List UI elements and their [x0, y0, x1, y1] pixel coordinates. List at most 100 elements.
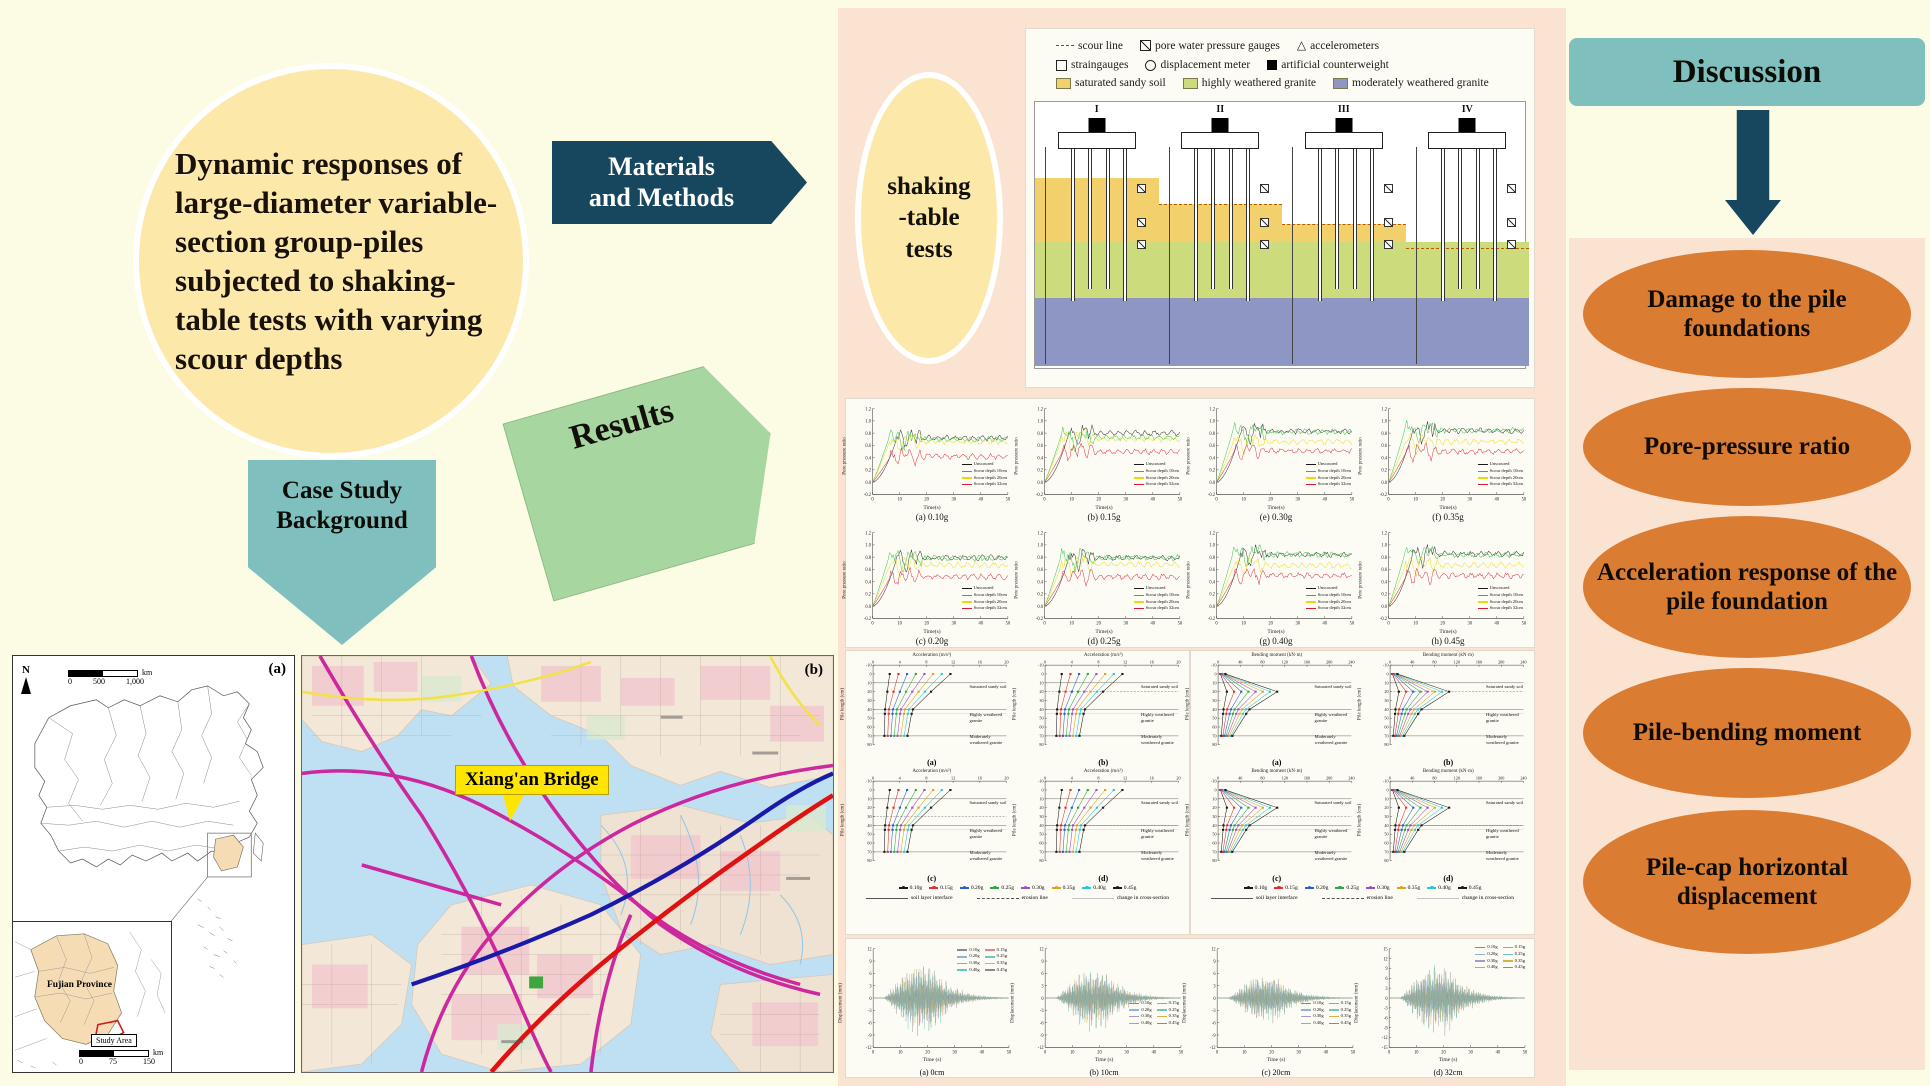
x-axis-label: Time(s): [1095, 505, 1113, 511]
pore-pressure-panel: 0 10 20 30 40 50 -0.2 0.0 0.2 0.4 0.6 0.8 1.0 1.2 Pore…: [1014, 399, 1190, 523]
svg-text:0: 0: [1389, 660, 1391, 665]
discussion-item-4[interactable]: Pile-bending moment: [1583, 668, 1911, 798]
svg-text:80: 80: [867, 858, 871, 863]
acceleration-panel: 0 4 8 12 16 20 -10 0 10 20 30 40 50 60 70 80 Acceleratio…: [1012, 651, 1190, 767]
svg-text:0.4: 0.4: [1209, 580, 1215, 585]
results-arrow: Results: [502, 353, 798, 601]
svg-text:160: 160: [1304, 776, 1310, 781]
pile: [1476, 149, 1481, 289]
chart-legend: Unscoured Scour depth 10cm Scour depth 20c…: [1477, 461, 1523, 488]
svg-text:0: 0: [1387, 621, 1390, 626]
svg-text:40: 40: [1238, 776, 1242, 781]
x-axis-label: Bending moment (kN·m): [1422, 769, 1474, 774]
highly-weathered-layer: [1158, 242, 1282, 298]
chart-legend: Unscoured Scour depth 10cm Scour depth 20c…: [1305, 461, 1351, 488]
svg-text:-0.2: -0.2: [1380, 617, 1388, 622]
svg-text:50: 50: [1212, 832, 1216, 837]
svg-text:40: 40: [1212, 707, 1216, 712]
svg-text:3: 3: [1213, 984, 1216, 989]
svg-text:60: 60: [1384, 841, 1388, 846]
svg-text:10: 10: [1212, 796, 1216, 801]
discussion-item-5[interactable]: Pile-cap horizontal displacement: [1583, 810, 1911, 954]
svg-text:30: 30: [1384, 698, 1388, 703]
svg-text:-12: -12: [1038, 1046, 1045, 1051]
y-axis-label: Pore pressure ratio: [1358, 561, 1364, 599]
svg-text:0.8: 0.8: [1037, 432, 1043, 437]
results-label: Results: [565, 392, 678, 457]
svg-text:0: 0: [1041, 788, 1043, 793]
chart-legend: Unscoured Scour depth 10cm Scour depth 20c…: [961, 461, 1007, 488]
pile: [1493, 149, 1498, 301]
svg-text:20: 20: [1004, 776, 1008, 781]
svg-text:240: 240: [1520, 660, 1526, 665]
pore-water-pressure-gauge: [1260, 184, 1269, 193]
pile: [1105, 149, 1110, 289]
svg-text:0: 0: [1214, 788, 1216, 793]
svg-text:40: 40: [979, 621, 984, 626]
pore-pressure-panel: 0 10 20 30 40 50 -0.2 0.0 0.2 0.4 0.6 0.8 1.0 1.2 Pore…: [842, 399, 1018, 523]
svg-text:-6: -6: [1384, 1016, 1388, 1021]
x-axis-label: Time(s): [1267, 629, 1285, 635]
displacement-panel: 0 10 20 30 40 50 -15 -12 -9 -6 -3 0 3 6 9 12 15 Displacem…: [1354, 939, 1534, 1077]
svg-text:0.4: 0.4: [1381, 580, 1387, 585]
moderately-weathered-layer: [1158, 298, 1282, 366]
y-axis-label: Pore pressure ratio: [842, 437, 848, 475]
svg-text:10: 10: [1241, 497, 1246, 502]
depth-ruler: [1292, 147, 1293, 364]
materials-and-methods-arrow: Materials and Methods: [552, 141, 807, 224]
soil-layer-annotation: Highly weathered granite: [1314, 828, 1348, 839]
svg-text:0: 0: [1041, 672, 1043, 677]
pile-cap: [1057, 132, 1136, 149]
svg-text:-15: -15: [1382, 1046, 1389, 1051]
panel-caption: (a) 0.10g: [915, 512, 949, 522]
map-china: (a) N 0 500 1,000 km Fujian Province Stu…: [12, 655, 295, 1073]
pile: [1246, 149, 1251, 301]
svg-text:40: 40: [867, 707, 871, 712]
cs-line-2: Background: [276, 507, 408, 534]
svg-text:12: 12: [867, 947, 872, 952]
svg-text:50: 50: [1006, 497, 1011, 502]
pore-water-pressure-gauge: [1507, 184, 1516, 193]
svg-text:-0.2: -0.2: [1208, 617, 1216, 622]
y-axis-label: Pore pressure ratio: [1186, 437, 1192, 475]
svg-text:50: 50: [1178, 497, 1183, 502]
svg-text:50: 50: [1350, 497, 1355, 502]
svg-text:0: 0: [1044, 1050, 1047, 1055]
svg-text:0.0: 0.0: [1037, 605, 1043, 610]
svg-text:10: 10: [867, 796, 871, 801]
discussion-item-1[interactable]: Damage to the pile foundations: [1583, 250, 1911, 378]
svg-text:50: 50: [1007, 1050, 1012, 1055]
svg-text:12: 12: [1123, 776, 1127, 781]
svg-text:0: 0: [1215, 621, 1218, 626]
svg-text:0.0: 0.0: [1381, 481, 1387, 486]
pile: [1317, 149, 1322, 301]
svg-text:1.2: 1.2: [1209, 407, 1215, 412]
legend-label-0: scour line: [1078, 39, 1124, 52]
svg-text:0.8: 0.8: [1381, 556, 1387, 561]
discussion-item-3[interactable]: Acceleration response of the pile founda…: [1583, 516, 1911, 658]
svg-text:-3: -3: [1040, 1009, 1044, 1014]
legend-line-0: soil layer interface: [865, 895, 953, 901]
scale-b-tick-2: 150: [143, 1057, 155, 1066]
svg-text:0.6: 0.6: [1037, 568, 1043, 573]
svg-text:120: 120: [1282, 660, 1288, 665]
soil-layer-annotation: Saturated sandy soil: [1141, 800, 1178, 805]
svg-text:30: 30: [867, 814, 871, 819]
svg-text:30: 30: [952, 1050, 957, 1055]
highly-weathered-granite-swatch: [1182, 77, 1198, 89]
svg-text:30: 30: [1467, 497, 1472, 502]
svg-text:20: 20: [1268, 497, 1273, 502]
discussion-item-label: Acceleration response of the pile founda…: [1596, 558, 1898, 616]
svg-text:20: 20: [924, 621, 929, 626]
x-axis-label: Acceleration (m/s²): [912, 653, 952, 658]
discussion-item-2[interactable]: Pore-pressure ratio: [1583, 388, 1911, 506]
legend-item-0.35g: 0.35g: [1051, 885, 1075, 891]
pore-water-pressure-gauge: [1136, 218, 1146, 227]
discussion-item-label: Damage to the pile foundations: [1647, 285, 1847, 343]
x-axis-label: Bending moment (kN·m): [1422, 653, 1474, 658]
svg-text:0.0: 0.0: [1037, 481, 1043, 486]
legend-item-0.25g: 0.25g: [1335, 885, 1359, 891]
y-axis-label: Pile length (cm): [1012, 803, 1018, 837]
svg-text:50: 50: [1384, 832, 1388, 837]
svg-text:80: 80: [1432, 776, 1436, 781]
